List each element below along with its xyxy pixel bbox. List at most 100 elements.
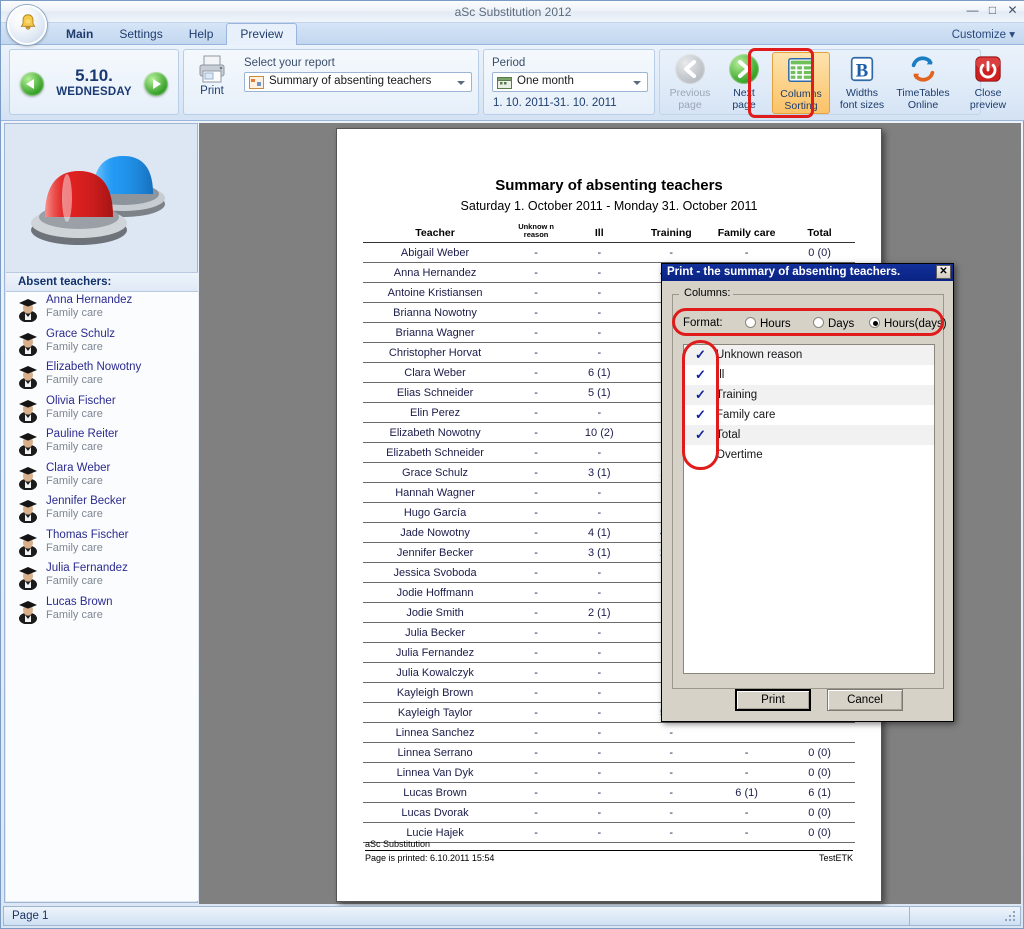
radio-circle-icon [813,317,824,328]
timetables-online-button[interactable]: TimeTables Online [892,52,954,114]
absent-teacher-item[interactable]: Elizabeth Nowotny Family care [6,359,198,393]
cell-ill: 2 (1) [565,602,634,623]
cell-ill: 4 (1) [565,522,634,543]
absent-teacher-item[interactable]: Julia Fernandez Family care [6,560,198,594]
radio-circle-icon [745,317,756,328]
tab-main[interactable]: Main [53,24,106,45]
widths-label-top: Widths [845,87,879,99]
next-page-button[interactable]: Next page [718,52,770,114]
tab-help[interactable]: Help [176,24,227,45]
column-list-item[interactable]: ✓ Unknown reason [684,345,934,365]
cell-training: - [633,802,710,823]
column-list-item[interactable]: Overtime [684,445,934,465]
absent-teacher-item[interactable]: Thomas Fischer Family care [6,527,198,561]
column-list-item[interactable]: ✓ Family care [684,405,934,425]
cell-unknown-reason: - [507,522,566,543]
ribbon-tab-strip: Main Settings Help Preview [1,23,1024,46]
absent-teacher-reason: Family care [46,407,103,420]
print-dialog[interactable]: Print - the summary of absenting teacher… [661,263,954,722]
period-select[interactable]: One month [492,72,648,92]
tab-preview[interactable]: Preview [226,23,298,46]
unknown-reason-text: Unknow n reason [518,222,555,239]
resize-grip-icon[interactable] [1005,911,1017,923]
minimize-icon[interactable]: — [966,4,979,17]
radio-hours[interactable]: Hours [745,317,791,330]
cell-total: 6 (1) [784,782,855,803]
timetables-label-bottom: Online [907,98,939,111]
absent-teacher-item[interactable]: Lucas Brown Family care [6,594,198,628]
close-preview-button[interactable]: Close preview [960,52,1016,114]
column-item-label: Total [716,429,741,441]
app-logo[interactable] [7,5,47,45]
cell-unknown-reason: - [507,642,566,663]
columns-listbox[interactable]: ✓ Unknown reason ✓ Ill ✓ Training ✓ Family care… [683,344,935,674]
absent-teacher-item[interactable]: Jennifer Becker Family care [6,493,198,527]
checkmark-icon: ✓ [695,347,706,362]
absent-teachers-list[interactable]: Anna Hernandez Family care Grace Schulz Fam… [6,292,198,901]
absent-teacher-item[interactable]: Clara Weber Family care [6,460,198,494]
report-select[interactable]: Summary of absenting teachers [244,72,472,92]
cell-unknown-reason: - [507,802,566,823]
cell-ill: 10 (2) [565,422,634,443]
column-item-label: Training [716,389,758,401]
cell-unknown-reason: - [507,762,566,783]
column-list-item[interactable]: ✓ Training [684,385,934,405]
title-bar: aSc Substitution 2012 — □ ✕ [1,1,1024,23]
footer-right: TestETK [818,853,853,863]
column-list-item[interactable]: ✓ Ill [684,365,934,385]
absent-teacher-name: Elizabeth Nowotny [46,361,142,373]
absent-teacher-name: Anna Hernandez [46,294,133,306]
absent-teacher-item[interactable]: Olivia Fischer Family care [6,393,198,427]
report-title: Summary of absenting teachers [495,177,723,194]
checkmark-icon: ✓ [695,407,706,422]
application-window: aSc Substitution 2012 — □ ✕ Main Setting… [0,0,1024,929]
cell-ill: - [565,482,634,503]
report-select-value: Summary of absenting teachers [269,75,432,87]
table-row: Lucas Brown - - -6 (1) 6 (1) [363,782,855,803]
cell-teacher: Linnea Sanchez [363,722,508,743]
previous-page-label-top: Previous [669,87,711,99]
close-icon[interactable]: ✕ [936,265,951,279]
teacher-avatar-icon [16,329,40,356]
cell-teacher: Brianna Nowotny [363,302,508,323]
table-row: Linnea Van Dyk - - - -0 (0) [363,762,855,783]
cell-unknown-reason: - [507,442,566,463]
cell-unknown-reason: - [507,382,566,403]
window-controls: — □ ✕ [966,4,1019,17]
print-button[interactable]: Print [192,54,232,97]
date-navigation-group: 5.10. WEDNESDAY [9,49,179,115]
cell-unknown-reason: - [507,322,566,343]
absent-teachers-header: Absent teachers: [6,272,198,292]
customize-menu[interactable]: Customize ▾ [952,27,1015,41]
power-icon [972,54,1004,86]
widths-font-sizes-button[interactable]: B Widths font sizes [834,52,890,114]
cell-teacher: Clara Weber [363,362,508,383]
cell-ill: - [565,302,634,323]
footer-brand: aSc Substitution [365,839,431,849]
cell-ill: - [565,802,634,823]
columns-sorting-button[interactable]: Columns Sorting [772,52,830,114]
cell-total [784,722,855,743]
absent-teacher-item[interactable]: Anna Hernandez Family care [6,292,198,326]
previous-page-button[interactable]: Previous page [664,52,716,114]
cell-teacher: Grace Schulz [363,462,508,483]
cell-unknown-reason: - [507,742,566,763]
absent-teacher-item[interactable]: Grace Schulz Family care [6,326,198,360]
column-list-item[interactable]: ✓ Total [684,425,934,445]
radio-days[interactable]: Days [813,317,854,330]
teacher-avatar-icon [16,429,40,457]
cell-teacher: Julia Becker [363,622,508,643]
tab-settings[interactable]: Settings [106,24,175,45]
maximize-icon[interactable]: □ [986,4,999,17]
column-item-label: Unknown reason [716,349,803,361]
close-icon[interactable]: ✕ [1006,4,1019,17]
absent-teacher-item[interactable]: Pauline Reiter Family care [6,426,198,460]
cell-ill: 5 (1) [565,382,634,403]
chevron-down-icon [457,81,465,85]
radio-hours-days[interactable]: Hours(days) [869,317,947,330]
dialog-print-button[interactable]: Print [735,689,811,711]
cell-ill: - [565,682,634,703]
absent-teacher-reason: Family care [46,608,103,621]
dialog-cancel-button[interactable]: Cancel [827,689,903,711]
table-header-row: Teacher Unknow n reason Ill Training Fam… [363,221,855,243]
